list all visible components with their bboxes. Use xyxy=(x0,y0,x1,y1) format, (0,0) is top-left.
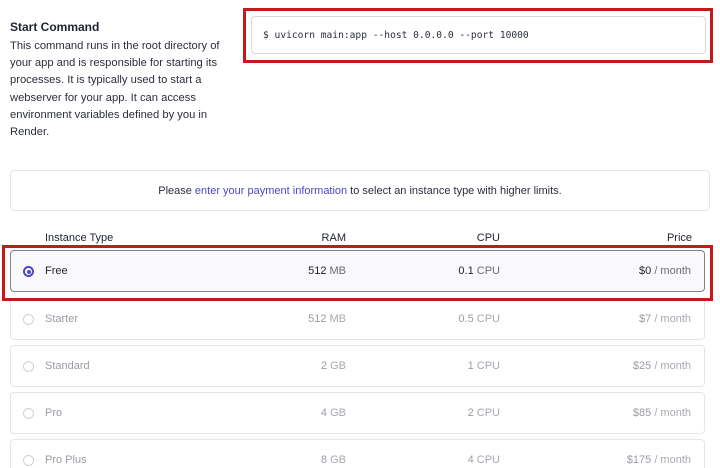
header-cpu: CPU xyxy=(476,232,500,244)
payment-banner-prefix: Please xyxy=(158,184,192,197)
ram-unit: GB xyxy=(330,407,346,419)
instance-price: $7 / month xyxy=(639,313,691,325)
instance-cpu: 4 CPU xyxy=(468,454,500,466)
payment-info-link[interactable]: enter your payment information xyxy=(195,185,347,197)
header-instance-type: Instance Type xyxy=(45,232,114,244)
instance-name: Pro xyxy=(45,407,63,419)
instance-ram: 4 GB xyxy=(321,407,346,419)
cpu-value: 4 xyxy=(467,454,474,466)
ram-value: 2 xyxy=(320,360,328,372)
instance-cpu: 0.5 CPU xyxy=(458,313,500,325)
instance-cpu: 1 CPU xyxy=(468,360,500,372)
ram-value: 512 xyxy=(308,313,327,325)
instance-ram: 512 MB xyxy=(308,313,346,325)
cpu-unit: CPU xyxy=(476,454,500,466)
price-unit: / month xyxy=(654,407,691,419)
price-value: $85 xyxy=(632,407,652,419)
payment-banner: Please enter your payment information to… xyxy=(10,170,710,211)
ram-unit: GB xyxy=(330,360,346,372)
cpu-unit: CPU xyxy=(476,360,500,372)
ram-unit: GB xyxy=(330,454,346,466)
header-price: Price xyxy=(666,232,692,244)
instance-row-standard[interactable]: Standard 2 GB 1 CPU $25 / month xyxy=(10,345,705,387)
cpu-value: 1 xyxy=(467,360,474,372)
instance-name: Starter xyxy=(45,313,79,325)
instance-ram: 8 GB xyxy=(321,454,346,466)
instance-ram: 2 GB xyxy=(321,360,346,372)
header-ram: RAM xyxy=(321,232,346,244)
selected-row-highlight-frame xyxy=(2,245,713,301)
start-command-description: This command runs in the root directory … xyxy=(10,40,220,139)
command-highlight-frame xyxy=(243,8,713,63)
ram-value: 4 xyxy=(320,407,328,419)
price-value: $7 xyxy=(639,313,652,325)
cpu-unit: CPU xyxy=(476,407,500,419)
price-value: $175 xyxy=(626,454,652,466)
cpu-value: 0.5 xyxy=(458,313,474,325)
instance-name: Pro Plus xyxy=(45,454,87,466)
instance-row-starter[interactable]: Starter 512 MB 0.5 CPU $7 / month xyxy=(10,298,705,340)
instance-radio[interactable] xyxy=(23,314,34,325)
ram-unit: MB xyxy=(329,313,347,325)
price-unit: / month xyxy=(654,454,691,466)
instance-price: $25 / month xyxy=(633,360,691,372)
cpu-value: 2 xyxy=(467,407,474,419)
start-command-title: Start Command xyxy=(10,20,100,34)
price-unit: / month xyxy=(654,313,691,325)
instance-radio[interactable] xyxy=(23,455,34,466)
instance-name: Standard xyxy=(45,360,90,372)
instance-radio[interactable] xyxy=(23,408,34,419)
price-unit: / month xyxy=(654,360,691,372)
payment-banner-suffix: to select an instance type with higher l… xyxy=(350,184,562,197)
instance-price: $175 / month xyxy=(627,454,691,466)
instance-radio[interactable] xyxy=(23,361,34,372)
instance-cpu: 2 CPU xyxy=(468,407,500,419)
cpu-unit: CPU xyxy=(476,313,500,325)
price-value: $25 xyxy=(632,360,652,372)
instance-row-pro-plus[interactable]: Pro Plus 8 GB 4 CPU $175 / month xyxy=(10,439,705,468)
instance-price: $85 / month xyxy=(633,407,691,419)
ram-value: 8 xyxy=(320,454,328,466)
instance-row-pro[interactable]: Pro 4 GB 2 CPU $85 / month xyxy=(10,392,705,434)
